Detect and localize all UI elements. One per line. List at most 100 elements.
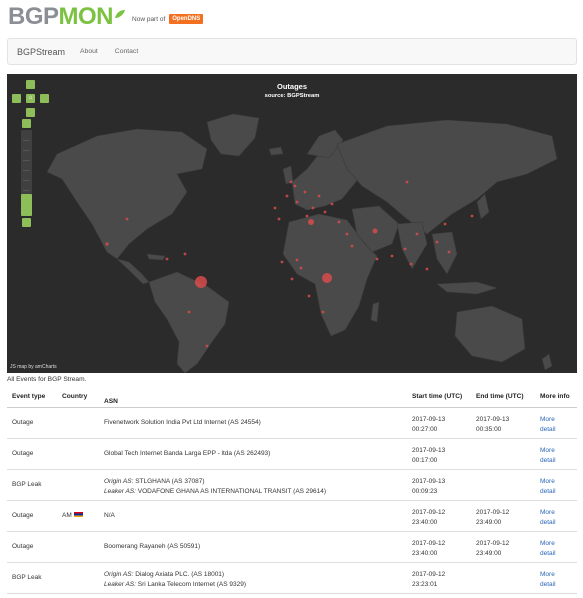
map-credit[interactable]: JS map by amCharts (10, 364, 57, 370)
outage-marker (337, 220, 341, 224)
event-type: BGP Leak (7, 469, 57, 501)
outage-marker (323, 210, 327, 214)
logo-mon-text: MON (58, 3, 114, 30)
leaker-asn: VODAFONE GHANA AS INTERNATIONAL TRANSIT … (137, 487, 327, 495)
country: AM (57, 500, 99, 532)
more-detail-link[interactable]: More detail (535, 438, 577, 470)
outage-marker (295, 200, 299, 204)
events-table: Event type Country ASN Start time (UTC) … (7, 386, 577, 594)
outage-marker (443, 222, 447, 226)
navbar: BGPStream About Contact (7, 38, 577, 65)
more-detail-link[interactable]: More detail (535, 469, 577, 501)
country (57, 562, 99, 594)
start-time: 2017-09-12 23:40:00 (407, 531, 471, 563)
more-detail-link[interactable]: More detail (535, 500, 577, 532)
asn: N/A (99, 500, 407, 532)
origin-label: Origin AS: (104, 570, 134, 578)
asn: Origin AS: Dialog Axiata PLC. (AS 18001)… (99, 562, 407, 594)
start-time: 2017-09-13 00:17:00 (407, 438, 471, 470)
country (57, 469, 99, 501)
outage-marker (403, 247, 407, 251)
asn: Global Tech Internet Banda Larga EPP - l… (99, 438, 407, 470)
now-part-of-label: Now part of (132, 15, 166, 23)
table-caption: All Events for BGP Stream. (7, 376, 87, 383)
origin-asn: STLGHANA (AS 37087) (135, 477, 205, 485)
home-button[interactable]: ⌂ (26, 94, 35, 103)
outage-marker (317, 194, 321, 198)
end-time: 2017-09-13 00:35:00 (471, 407, 535, 439)
outage-marker (285, 194, 289, 198)
end-time (471, 562, 535, 594)
outage-marker (187, 310, 191, 314)
outage-marker (165, 257, 169, 261)
leaker-label: Leaker AS: (104, 487, 136, 495)
outage-marker (293, 184, 297, 188)
outage-marker (299, 266, 303, 270)
start-time: 2017-09-13 00:27:00 (407, 407, 471, 439)
end-time (471, 469, 535, 501)
origin-asn: Dialog Axiata PLC. (AS 18001) (135, 570, 225, 578)
end-time: 2017-09-12 23:49:00 (471, 500, 535, 532)
outage-marker (308, 219, 314, 225)
leaker-label: Leaker AS: (104, 580, 136, 588)
zoom-in-button[interactable] (22, 119, 31, 128)
site-logo[interactable]: BGP MON Now part of OpenDNS (8, 2, 204, 32)
outage-marker-large (195, 276, 207, 288)
origin-label: Origin AS: (104, 477, 134, 485)
outage-marker (289, 180, 293, 184)
table-row: Outage Fivenetwork Solution India Pvt Lt… (7, 407, 577, 439)
event-type: Outage (7, 531, 57, 563)
pan-down-button[interactable] (26, 108, 35, 117)
outage-marker (425, 267, 429, 271)
end-time: 2017-09-12 23:49:00 (471, 531, 535, 563)
col-country: Country (57, 386, 99, 408)
col-end-time: End time (UTC) (471, 386, 535, 408)
event-type: BGP Leak (7, 562, 57, 594)
outage-marker (280, 260, 284, 264)
outage-marker (372, 228, 378, 234)
asn: Boomerang Rayaneh (AS 50591) (99, 531, 407, 563)
end-time (471, 438, 535, 470)
outage-marker (375, 257, 379, 261)
outage-marker (273, 206, 277, 210)
event-type: Outage (7, 438, 57, 470)
outage-marker (390, 254, 394, 258)
country (57, 531, 99, 563)
opendns-logo: OpenDNS (169, 14, 204, 24)
pan-up-button[interactable] (26, 80, 35, 89)
more-detail-link[interactable]: More detail (535, 531, 577, 563)
col-asn: ASN (99, 386, 407, 408)
zoom-out-button[interactable] (22, 218, 31, 227)
navbar-brand[interactable]: BGPStream (17, 47, 65, 57)
more-detail-link[interactable]: More detail (535, 562, 577, 594)
outage-marker (305, 214, 309, 218)
table-row: BGP Leak Origin AS: STLGHANA (AS 37087) … (7, 469, 577, 501)
table-header-row: Event type Country ASN Start time (UTC) … (7, 386, 577, 408)
logo-bgp-text: BGP (8, 3, 59, 30)
armenia-flag-icon (73, 512, 83, 518)
pan-right-button[interactable] (40, 94, 49, 103)
asn: Origin AS: STLGHANA (AS 37087) Leaker AS… (99, 469, 407, 501)
nav-link-contact[interactable]: Contact (115, 48, 138, 55)
pan-left-button[interactable] (12, 94, 21, 103)
table-row: Outage Boomerang Rayaneh (AS 50591) 2017… (7, 531, 577, 563)
outage-marker (435, 240, 439, 244)
country (57, 438, 99, 470)
start-time: 2017-09-12 23:23:01 (407, 562, 471, 594)
leaker-asn: Sri Lanka Telecom Internet (AS 9329) (137, 580, 247, 588)
table-row: BGP Leak Origin AS: Dialog Axiata PLC. (… (7, 562, 577, 594)
outage-marker (307, 294, 311, 298)
outages-map[interactable]: Outages source: BGPStream ⌂ JS map by am… (7, 74, 577, 373)
more-detail-link[interactable]: More detail (535, 407, 577, 439)
table-row: Outage Global Tech Internet Banda Larga … (7, 438, 577, 470)
outage-marker (311, 206, 315, 210)
asn: Fivenetwork Solution India Pvt Ltd Inter… (99, 407, 407, 439)
col-start-time: Start time (UTC) (407, 386, 471, 408)
outage-marker (205, 344, 209, 348)
start-time: 2017-09-12 23:40:00 (407, 500, 471, 532)
nav-link-about[interactable]: About (80, 48, 98, 55)
event-type: Outage (7, 500, 57, 532)
outage-marker (330, 202, 334, 206)
outage-marker-large (322, 273, 332, 283)
zoom-slider-thumb[interactable] (21, 194, 32, 216)
